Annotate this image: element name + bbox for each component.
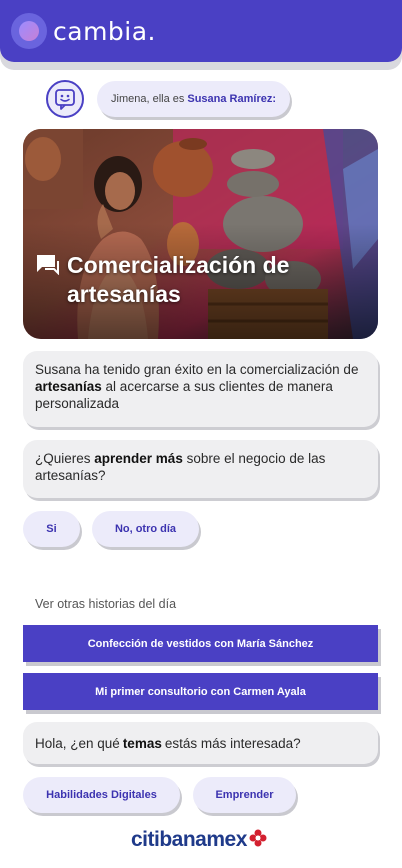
topics-text: Hola, ¿en qué [35, 735, 120, 751]
topics-text-end: estás más interesada? [164, 735, 301, 751]
citibanamex-flower-icon [249, 829, 267, 852]
hero-title-text: Comercialización de artesanías [67, 252, 290, 307]
story-hero-image[interactable]: Comercialización de artesanías [23, 129, 378, 339]
topic-digital-skills-button[interactable]: Habilidades Digitales [23, 777, 180, 813]
story-highlight: artesanías [35, 379, 102, 394]
story-message: Susana ha tenido gran éxito en la comerc… [23, 351, 378, 427]
yes-button[interactable]: Si [23, 511, 80, 547]
chat-icon [35, 253, 61, 309]
question-text: ¿Quieres [35, 451, 95, 466]
story-button-maria[interactable]: Confección de vestidos con María Sánchez [23, 625, 378, 662]
footer-brand: citibanamex [131, 828, 247, 851]
intro-bubble: Jimena, ella es Susana Ramírez: [97, 81, 291, 117]
story-text: Susana ha tenido gran éxito en la comerc… [35, 362, 359, 377]
question-message: ¿Quieres aprender más sobre el negocio d… [23, 440, 378, 498]
chat-bot-icon [46, 80, 84, 118]
story-button-carmen[interactable]: Mi primer consultorio con Carmen Ayala [23, 673, 378, 710]
brand-name: cambia. [53, 16, 156, 46]
intro-name: Susana Ramírez: [187, 93, 277, 105]
topics-message: Hola, ¿en qué temas estás más interesada… [23, 722, 378, 764]
topics-highlight: temas [122, 735, 162, 751]
question-highlight: aprender más [94, 451, 183, 466]
app-header: cambia. [0, 0, 402, 62]
citibanamex-logo: citibanamex [131, 828, 267, 852]
topic-entrepreneur-button[interactable]: Emprender [193, 777, 296, 813]
intro-row: Jimena, ella es Susana Ramírez: [46, 80, 291, 118]
intro-prefix: Jimena, ella es [111, 93, 185, 105]
brand-logo: cambia. [11, 13, 156, 49]
other-stories-label: Ver otras historias del día [35, 597, 177, 611]
brand-logo-icon [11, 13, 47, 49]
hero-title: Comercialización de artesanías [35, 251, 365, 309]
no-other-day-button[interactable]: No, otro día [92, 511, 199, 547]
